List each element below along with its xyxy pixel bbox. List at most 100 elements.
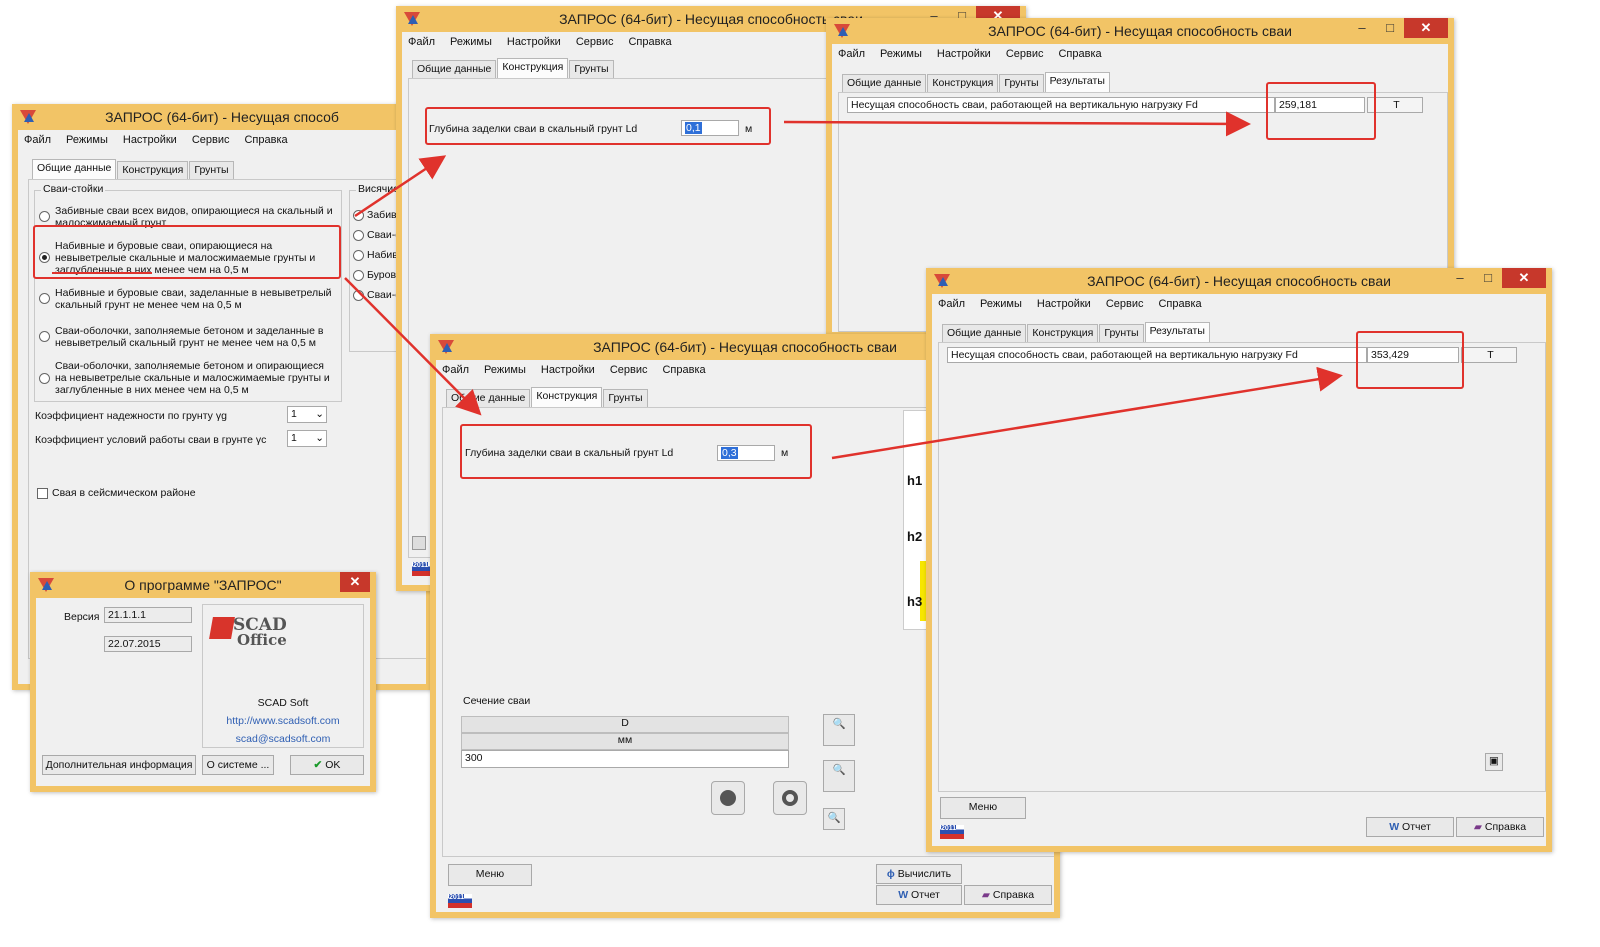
menu-service[interactable]: Сервис — [610, 364, 648, 376]
radio-friction-2[interactable] — [353, 230, 364, 241]
tab-general[interactable]: Общие данные — [32, 159, 117, 179]
company-email[interactable]: scad@scadsoft.com — [203, 733, 363, 745]
menu-file[interactable]: Файл — [24, 134, 51, 146]
seismic-checkbox[interactable] — [37, 488, 48, 499]
menu-settings[interactable]: Настройки — [123, 134, 177, 146]
menu-modes[interactable]: Режимы — [484, 364, 526, 376]
minimize-icon[interactable]: – — [1446, 268, 1474, 288]
tab-general[interactable]: Общие данные — [942, 324, 1027, 342]
menu-settings[interactable]: Настройки — [541, 364, 595, 376]
radio-option-5[interactable] — [39, 373, 50, 384]
titlebar[interactable]: ЗАПРОС (64-бит) - Несущая способность св… — [832, 18, 1448, 44]
close-icon[interactable]: ✕ — [1404, 18, 1448, 38]
checkmark-icon: ✔ — [313, 759, 326, 771]
calculate-button[interactable]: ϕ Вычислить — [876, 864, 962, 884]
tab-soils[interactable]: Грунты — [189, 161, 234, 179]
save-icon[interactable]: ▣ — [1485, 753, 1503, 771]
tab-results[interactable]: Результаты — [1144, 322, 1210, 342]
tab-soils[interactable]: Грунты — [603, 389, 648, 407]
circle-solid-icon — [720, 790, 736, 806]
menu-help[interactable]: Справка — [662, 364, 705, 376]
menu-help[interactable]: Справка — [244, 134, 287, 146]
app-logo-icon — [38, 578, 54, 592]
tab-general[interactable]: Общие данные — [842, 74, 927, 92]
help-button[interactable]: ▰ Справка — [1456, 817, 1544, 837]
radio-option-3[interactable] — [39, 293, 50, 304]
menu-service[interactable]: Сервис — [1006, 48, 1044, 60]
radio-friction-4[interactable] — [353, 270, 364, 281]
menu-modes[interactable]: Режимы — [880, 48, 922, 60]
menu-help[interactable]: Справка — [628, 36, 671, 48]
more-info-button[interactable]: Дополнительная информация — [42, 755, 196, 775]
tab-soils[interactable]: Грунты — [999, 74, 1044, 92]
menu-file[interactable]: Файл — [838, 48, 865, 60]
circle-hollow-icon — [782, 790, 798, 806]
tab-results[interactable]: Результаты — [1044, 72, 1110, 92]
menu-modes[interactable]: Режимы — [980, 298, 1022, 310]
menu-file[interactable]: Файл — [408, 36, 435, 48]
coef-reliability-select[interactable]: 1 ⌄ — [287, 406, 327, 423]
version-label: Версия — [64, 611, 100, 623]
tab-construction[interactable]: Конструкция — [531, 387, 603, 407]
radio-friction-3[interactable] — [353, 250, 364, 261]
tab-general[interactable]: Общие данные — [412, 60, 497, 78]
save-section-icon[interactable]: 🔍 — [823, 760, 855, 792]
coef-conditions-select[interactable]: 1 ⌄ — [287, 430, 327, 447]
close-icon[interactable]: ✕ — [1502, 268, 1546, 288]
tab-panel: Несущая способность сваи, работающей на … — [938, 342, 1546, 792]
menu-service[interactable]: Сервис — [576, 36, 614, 48]
report-button[interactable]: W Отчет — [1366, 817, 1454, 837]
tab-soils[interactable]: Грунты — [569, 60, 614, 78]
tab-construction[interactable]: Конструкция — [497, 58, 569, 78]
menu-button[interactable]: Меню — [940, 797, 1026, 819]
menu-modes[interactable]: Режимы — [66, 134, 108, 146]
date-value: 22.07.2015 — [108, 638, 161, 650]
titlebar[interactable]: ЗАПРОС (64-бит) - Несущая способ — [18, 104, 426, 130]
tab-construction[interactable]: Конструкция — [927, 74, 999, 92]
menu-help[interactable]: Справка — [1158, 298, 1201, 310]
coef-reliability-label: Коэффициент надежности по грунту γg — [35, 410, 227, 422]
menu-service[interactable]: Сервис — [1106, 298, 1144, 310]
hollow-section-button[interactable] — [773, 781, 807, 815]
date-field: 22.07.2015 — [104, 636, 192, 652]
help-book-icon: ▰ — [1473, 821, 1485, 833]
radio-option-1[interactable] — [39, 211, 50, 222]
zoom-section-icon[interactable]: 🔍 — [823, 714, 855, 746]
tab-construction[interactable]: Конструкция — [117, 161, 189, 179]
menu-settings[interactable]: Настройки — [507, 36, 561, 48]
menu-button[interactable]: Меню — [448, 864, 532, 886]
menu-file[interactable]: Файл — [938, 298, 965, 310]
tab-general[interactable]: Общие данные — [446, 389, 531, 407]
minimize-icon[interactable]: – — [1348, 18, 1376, 38]
maximize-icon[interactable]: □ — [1474, 268, 1502, 288]
close-icon[interactable]: ✕ — [340, 572, 370, 592]
report-label: Отчет — [1402, 821, 1431, 833]
section-diameter-input[interactable]: 300 — [461, 750, 789, 768]
menu-icon[interactable] — [412, 536, 426, 550]
app-logo-icon — [438, 340, 454, 354]
radio-option-4[interactable] — [39, 331, 50, 342]
about-system-button[interactable]: О системе ... — [202, 755, 274, 775]
tab-soils[interactable]: Грунты — [1099, 324, 1144, 342]
radio-friction-1[interactable] — [353, 210, 364, 221]
radio-friction-5[interactable] — [353, 290, 364, 301]
maximize-icon[interactable]: □ — [1376, 18, 1404, 38]
report-button[interactable]: W Отчет — [876, 885, 962, 905]
menu-settings[interactable]: Настройки — [1037, 298, 1091, 310]
menu-button-label: Меню — [968, 801, 998, 813]
menu-modes[interactable]: Режимы — [450, 36, 492, 48]
menu-file[interactable]: Файл — [442, 364, 469, 376]
preview-icon[interactable]: 🔍 — [823, 808, 845, 830]
group-title: Сваи-стойки — [41, 183, 106, 195]
solid-section-button[interactable] — [711, 781, 745, 815]
ok-button[interactable]: ✔ OK — [290, 755, 364, 775]
titlebar[interactable]: О программе "ЗАПРОС" ✕ — [36, 572, 370, 598]
help-button[interactable]: ▰ Справка — [964, 885, 1052, 905]
menu-service[interactable]: Сервис — [192, 134, 230, 146]
company-url[interactable]: http://www.scadsoft.com — [203, 715, 363, 727]
menu-settings[interactable]: Настройки — [937, 48, 991, 60]
tab-construction[interactable]: Конструкция — [1027, 324, 1099, 342]
menu-help[interactable]: Справка — [1058, 48, 1101, 60]
titlebar[interactable]: ЗАПРОС (64-бит) - Несущая способность св… — [932, 268, 1546, 294]
report-label: Отчет — [911, 889, 940, 901]
